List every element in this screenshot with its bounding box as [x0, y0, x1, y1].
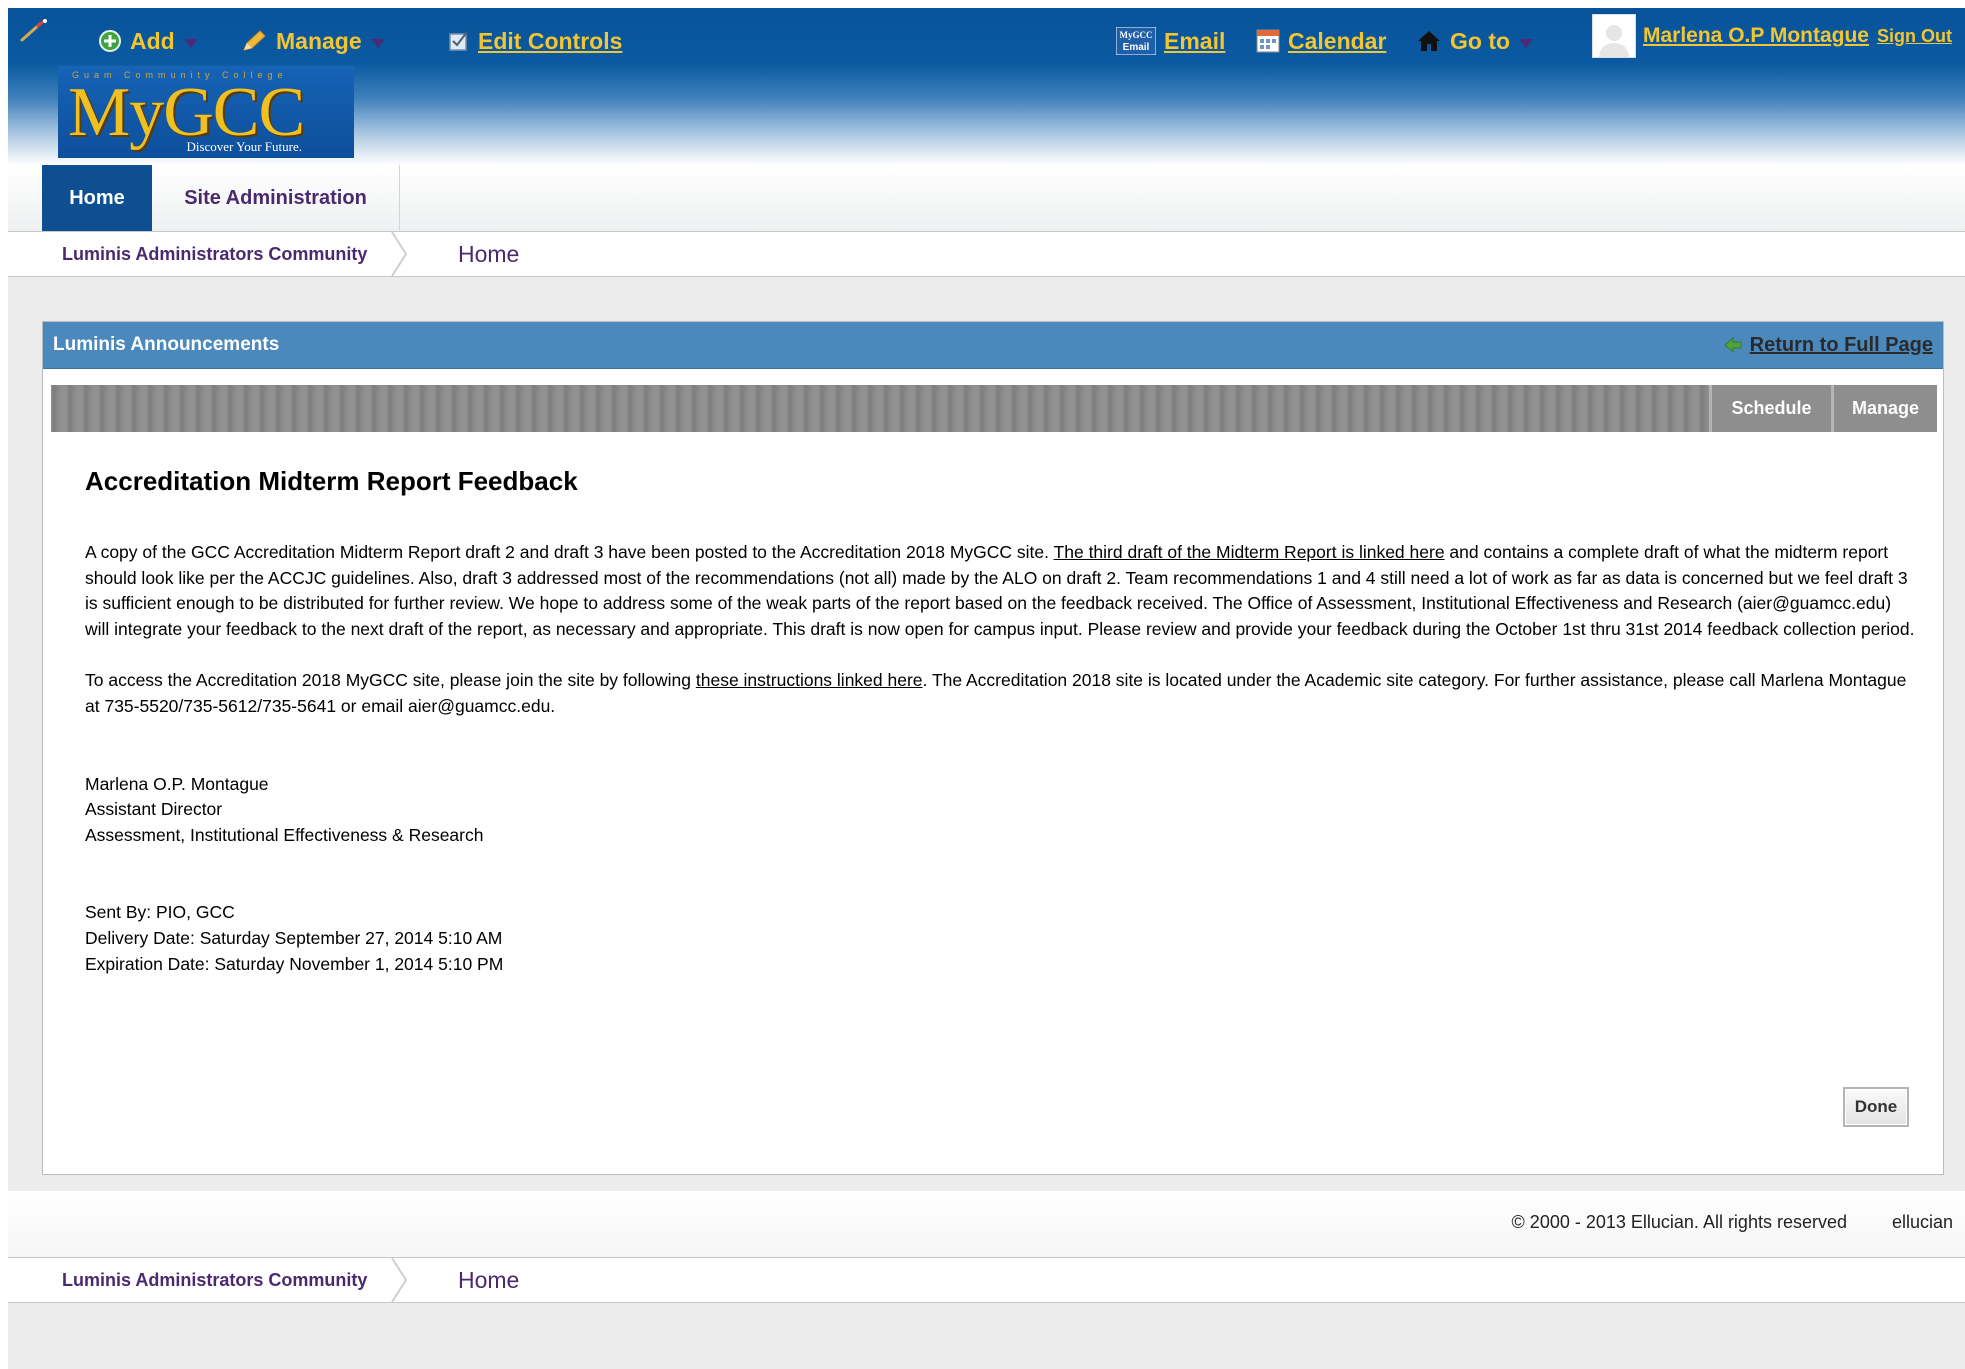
expiration-date: Expiration Date: Saturday November 1, 20… — [85, 953, 504, 974]
breadcrumb-separator-icon — [391, 1258, 408, 1302]
signature-block: Marlena O.P. Montague Assistant Director… — [85, 772, 1915, 849]
svg-text:MyGCC: MyGCC — [1120, 30, 1153, 40]
signature-department: Assessment, Institutional Effectiveness … — [85, 824, 484, 845]
mygcc-logo[interactable]: Guam Community College MyGCC Discover Yo… — [58, 66, 354, 158]
email-icon: MyGCC Email — [1116, 27, 1156, 55]
user-name-link[interactable]: Marlena O.P Montague — [1643, 24, 1869, 48]
tab-home[interactable]: Home — [42, 165, 152, 231]
ellucian-logo[interactable]: ellucian — [1892, 1208, 1953, 1236]
svg-text:Email: Email — [1123, 42, 1150, 53]
breadcrumb-footer: Luminis Administrators Community Home — [8, 1257, 1965, 1303]
announcement-meta: Sent By: PIO, GCC Delivery Date: Saturda… — [85, 900, 1915, 977]
logo-tagline: Discover Your Future. — [186, 139, 302, 154]
copyright-text: © 2000 - 2013 Ellucian. All rights reser… — [1511, 1212, 1847, 1232]
signature-name: Marlena O.P. Montague — [85, 773, 269, 794]
email-label: Email — [1164, 27, 1226, 54]
edit-controls-label: Edit Controls — [478, 27, 623, 54]
instructions-link[interactable]: these instructions linked here — [696, 670, 923, 690]
done-button[interactable]: Done — [1843, 1087, 1909, 1127]
add-label: Add — [130, 27, 175, 54]
arrow-left-icon — [1724, 337, 1742, 353]
signature-title: Assistant Director — [85, 799, 223, 820]
announcement-body: Accreditation Midterm Report Feedback A … — [85, 464, 1915, 977]
magic-wand-icon[interactable] — [18, 16, 50, 46]
portlet-header: Luminis Announcements Return to Full Pag… — [43, 322, 1943, 369]
calendar-icon — [1256, 29, 1280, 53]
goto-menu[interactable]: Go to — [1416, 26, 1534, 56]
house-icon — [1418, 31, 1440, 51]
announcement-paragraph: To access the Accreditation 2018 MyGCC s… — [85, 668, 1915, 719]
sent-by: Sent By: PIO, GCC — [85, 902, 235, 923]
chevron-down-icon — [370, 38, 385, 48]
goto-label: Go to — [1450, 27, 1511, 54]
portlet-toolbar: Schedule Manage — [51, 385, 1937, 432]
edit-controls-link[interactable]: Edit Controls — [448, 26, 622, 56]
schedule-button[interactable]: Schedule — [1709, 385, 1831, 432]
breadcrumb-community-link[interactable]: Luminis Administrators Community — [62, 232, 367, 276]
tab-site-administration[interactable]: Site Administration — [152, 165, 400, 231]
avatar — [1592, 14, 1636, 58]
return-to-full-page-link[interactable]: Return to Full Page — [1724, 322, 1933, 368]
announcement-paragraph: A copy of the GCC Accreditation Midterm … — [85, 540, 1915, 642]
paragraph-text: A copy of the GCC Accreditation Midterm … — [85, 542, 1054, 562]
announcement-title: Accreditation Midterm Report Feedback — [85, 466, 578, 496]
calendar-label: Calendar — [1288, 27, 1387, 54]
breadcrumb: Luminis Administrators Community Home — [8, 231, 1965, 277]
add-menu[interactable]: Add — [98, 26, 198, 56]
announcements-portlet: Luminis Announcements Return to Full Pag… — [42, 321, 1944, 1175]
manage-label: Manage — [276, 27, 362, 54]
page-bottom — [8, 1303, 1965, 1369]
breadcrumb-current: Home — [458, 241, 520, 267]
main-tabs: Home Site Administration — [8, 165, 1965, 231]
chevron-down-icon — [183, 38, 198, 48]
manage-button[interactable]: Manage — [1831, 385, 1937, 432]
delivery-date: Delivery Date: Saturday September 27, 20… — [85, 927, 503, 948]
email-link[interactable]: MyGCC Email Email — [1116, 26, 1225, 56]
calendar-link[interactable]: Calendar — [1256, 26, 1386, 56]
sign-out-link[interactable]: Sign Out — [1877, 26, 1952, 47]
user-menu[interactable]: Marlena O.P Montague Sign Out — [1592, 14, 1952, 58]
midterm-report-link[interactable]: The third draft of the Midterm Report is… — [1054, 542, 1445, 562]
chevron-down-icon — [1519, 38, 1534, 48]
manage-menu[interactable]: Manage — [240, 26, 385, 56]
header: Add Manage Edit Controls MyGCC Email Ema… — [8, 8, 1965, 165]
checkbox-edit-icon — [449, 31, 468, 51]
portlet-title: Luminis Announcements — [53, 334, 280, 355]
breadcrumb-separator-icon — [391, 232, 408, 276]
return-to-full-page-label: Return to Full Page — [1749, 333, 1933, 356]
pencil-icon — [243, 30, 266, 51]
paragraph-text: To access the Accreditation 2018 MyGCC s… — [85, 670, 696, 691]
breadcrumb-community-link[interactable]: Luminis Administrators Community — [62, 1258, 367, 1302]
plus-circle-icon — [99, 30, 121, 52]
breadcrumb-current: Home — [458, 1267, 520, 1293]
